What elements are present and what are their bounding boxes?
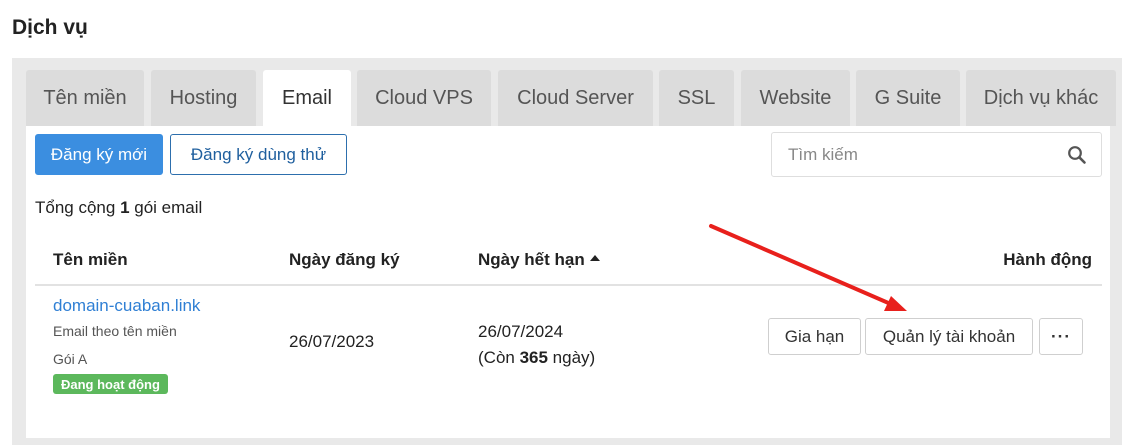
register-new-button[interactable]: Đăng ký mới — [35, 134, 163, 175]
search-box — [771, 132, 1102, 177]
tab-cloud-vps[interactable]: Cloud VPS — [357, 70, 491, 126]
expiration-date: 26/07/2024 — [478, 322, 564, 341]
days-remaining: (Còn 365 ngày) — [478, 348, 596, 367]
table-header-divider — [35, 284, 1102, 286]
total-summary: Tổng cộng 1 gói email — [35, 198, 203, 217]
total-count: 1 — [120, 198, 130, 217]
tab-g-suite[interactable]: G Suite — [856, 70, 960, 126]
search-input[interactable] — [772, 133, 1062, 176]
column-header-expires[interactable]: Ngày hết hạn — [478, 250, 600, 270]
page-title: Dịch vụ — [12, 16, 88, 39]
service-package: Gói A — [53, 351, 88, 367]
tab-domain[interactable]: Tên miền — [26, 70, 144, 126]
tab-website[interactable]: Website — [741, 70, 850, 126]
tab-cloud-server[interactable]: Cloud Server — [498, 70, 653, 126]
tab-hosting[interactable]: Hosting — [151, 70, 256, 126]
status-badge: Đang hoạt động — [53, 374, 168, 394]
more-actions-button[interactable]: ··· — [1039, 318, 1083, 355]
sort-up-icon — [589, 255, 600, 261]
tab-other-services[interactable]: Dịch vụ khác — [966, 70, 1116, 126]
registration-date: 26/07/2023 — [289, 332, 375, 351]
renew-button[interactable]: Gia hạn — [768, 318, 861, 355]
register-trial-button[interactable]: Đăng ký dùng thử — [170, 134, 347, 175]
domain-link[interactable]: domain-cuaban.link — [53, 296, 200, 316]
manage-account-button[interactable]: Quản lý tài khoản — [865, 318, 1033, 355]
search-icon[interactable] — [1067, 145, 1087, 165]
tab-email[interactable]: Email — [263, 70, 351, 126]
tab-ssl[interactable]: SSL — [659, 70, 734, 126]
column-header-domain: Tên miền — [53, 250, 128, 269]
column-header-registered: Ngày đăng ký — [289, 250, 400, 269]
email-tab-content: Đăng ký mới Đăng ký dùng thử Tổng cộng 1… — [26, 126, 1110, 438]
column-header-actions: Hành động — [1003, 250, 1092, 269]
services-panel: Tên miền Hosting Email Cloud VPS Cloud S… — [12, 58, 1122, 445]
service-type: Email theo tên miền — [53, 323, 177, 339]
